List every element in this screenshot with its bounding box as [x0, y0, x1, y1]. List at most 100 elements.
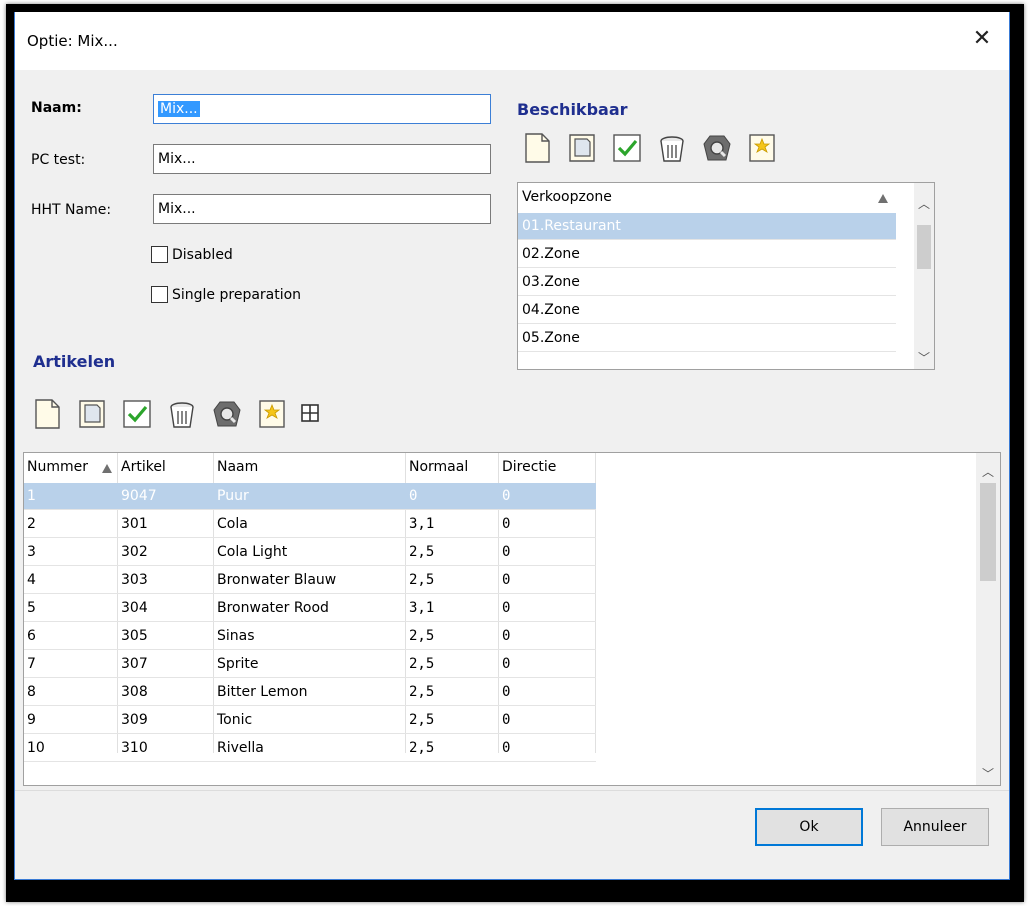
- cell-directie: 0: [502, 656, 511, 672]
- table-row[interactable]: 9 309 Tonic 2,5 0: [24, 707, 596, 734]
- pc-test-label: PC test:: [31, 152, 86, 168]
- cell-directie: 0: [502, 600, 511, 616]
- naam-label: Naam:: [31, 100, 82, 116]
- zone-row[interactable]: 04.Zone: [518, 297, 896, 324]
- verkoopzone-column-header[interactable]: Verkoopzone: [518, 183, 896, 214]
- zone-label: 04.Zone: [522, 302, 580, 318]
- table-row[interactable]: 8 308 Bitter Lemon 2,5 0: [24, 679, 596, 706]
- cell-artikel: 9047: [121, 488, 157, 504]
- cell-normaal: 2,5: [409, 628, 435, 644]
- table-row[interactable]: 4 303 Bronwater Blauw 2,5 0: [24, 567, 596, 594]
- delete-bin-icon[interactable]: [166, 398, 198, 430]
- cell-artikel: 303: [121, 572, 148, 588]
- beschikbaar-title: Beschikbaar: [517, 100, 628, 119]
- favorite-icon[interactable]: [746, 132, 778, 164]
- cell-nummer: 8: [27, 684, 36, 700]
- ok-button[interactable]: Ok: [755, 808, 863, 846]
- zone-row[interactable]: 03.Zone: [518, 269, 896, 296]
- cell-normaal: 2,5: [409, 684, 435, 700]
- new-icon[interactable]: [31, 398, 63, 430]
- cell-normaal: 3,1: [409, 516, 435, 532]
- scroll-up-icon[interactable]: ︿: [980, 463, 996, 480]
- edit-icon[interactable]: [76, 398, 108, 430]
- cell-normaal: 2,5: [409, 544, 435, 560]
- hht-name-value: Mix...: [158, 201, 196, 217]
- edit-icon[interactable]: [566, 132, 598, 164]
- footer-divider: [15, 790, 1009, 791]
- artikelen-table: Nummer Artikel Naam Normaal Directie 1 90…: [23, 452, 1001, 786]
- favorite-icon[interactable]: [256, 398, 288, 430]
- artikelen-toolbar: [31, 398, 332, 430]
- zone-scroll-thumb[interactable]: [917, 225, 931, 269]
- close-icon[interactable]: ✕: [967, 24, 997, 54]
- single-preparation-checkbox[interactable]: [151, 286, 168, 303]
- zone-row[interactable]: 02.Zone: [518, 241, 896, 268]
- table-scroll-thumb[interactable]: [980, 483, 996, 581]
- cell-naam: Cola: [217, 516, 248, 532]
- verkoopzone-list: Verkoopzone 01.Restaurant 02.Zone 03.Zon…: [517, 182, 935, 370]
- cell-nummer: 2: [27, 516, 36, 532]
- disabled-checkbox-row[interactable]: Disabled: [151, 246, 233, 263]
- zone-row[interactable]: 05.Zone: [518, 325, 896, 352]
- naam-input[interactable]: Mix...: [153, 94, 491, 124]
- cancel-button[interactable]: Annuleer: [881, 808, 989, 846]
- grid-icon[interactable]: [301, 404, 319, 422]
- check-icon[interactable]: [121, 398, 153, 430]
- cell-artikel: 302: [121, 544, 148, 560]
- column-header-normaal[interactable]: Normaal: [409, 459, 468, 475]
- pc-test-input[interactable]: Mix...: [153, 144, 491, 174]
- column-header-artikel[interactable]: Artikel: [121, 459, 166, 475]
- cell-nummer: 9: [27, 712, 36, 728]
- scroll-up-icon[interactable]: ︿: [916, 195, 932, 212]
- disabled-label: Disabled: [172, 246, 233, 263]
- cell-directie: 0: [502, 684, 511, 700]
- naam-value: Mix...: [158, 101, 200, 117]
- cell-naam: Puur: [217, 488, 249, 504]
- cell-directie: 0: [502, 740, 511, 756]
- scroll-down-icon[interactable]: ﹀: [916, 349, 932, 366]
- hht-name-label: HHT Name:: [31, 202, 112, 218]
- table-header: Nummer Artikel Naam Normaal Directie: [24, 453, 976, 483]
- column-header-naam[interactable]: Naam: [217, 459, 258, 475]
- table-row[interactable]: 10 310 Rivella 2,5 0: [24, 735, 596, 762]
- verkoopzone-column-label: Verkoopzone: [522, 189, 612, 205]
- cell-nummer: 7: [27, 656, 36, 672]
- zone-label: 05.Zone: [522, 330, 580, 346]
- cell-normaal: 2,5: [409, 740, 435, 756]
- cell-nummer: 5: [27, 600, 36, 616]
- search-icon[interactable]: [701, 132, 733, 164]
- table-row[interactable]: 7 307 Sprite 2,5 0: [24, 651, 596, 678]
- zone-scrollbar[interactable]: ︿ ﹀: [914, 183, 934, 369]
- cell-artikel: 305: [121, 628, 148, 644]
- cell-nummer: 4: [27, 572, 36, 588]
- cell-artikel: 301: [121, 516, 148, 532]
- zone-label: 03.Zone: [522, 274, 580, 290]
- disabled-checkbox[interactable]: [151, 246, 168, 263]
- table-row[interactable]: 1 9047 Puur 0 0: [24, 483, 596, 510]
- column-header-nummer[interactable]: Nummer: [27, 459, 88, 475]
- table-row[interactable]: 6 305 Sinas 2,5 0: [24, 623, 596, 650]
- delete-bin-icon[interactable]: [656, 132, 688, 164]
- cell-normaal: 3,1: [409, 600, 435, 616]
- search-icon[interactable]: [211, 398, 243, 430]
- table-row[interactable]: 2 301 Cola 3,1 0: [24, 511, 596, 538]
- pc-test-value: Mix...: [158, 151, 196, 167]
- scroll-down-icon[interactable]: ﹀: [980, 765, 996, 782]
- cell-naam: Sinas: [217, 628, 255, 644]
- zone-row[interactable]: 01.Restaurant: [518, 213, 896, 240]
- sort-ascending-icon: [102, 464, 112, 473]
- column-header-directie[interactable]: Directie: [502, 459, 556, 475]
- table-scrollbar[interactable]: ︿ ﹀: [976, 453, 1000, 785]
- hht-name-input[interactable]: Mix...: [153, 194, 491, 224]
- beschikbaar-toolbar: [521, 132, 791, 164]
- cell-directie: 0: [502, 628, 511, 644]
- cell-nummer: 6: [27, 628, 36, 644]
- cell-artikel: 307: [121, 656, 148, 672]
- zone-label: 01.Restaurant: [522, 218, 621, 234]
- table-row[interactable]: 5 304 Bronwater Rood 3,1 0: [24, 595, 596, 622]
- single-preparation-checkbox-row[interactable]: Single preparation: [151, 286, 301, 303]
- cell-directie: 0: [502, 544, 511, 560]
- check-icon[interactable]: [611, 132, 643, 164]
- table-row[interactable]: 3 302 Cola Light 2,5 0: [24, 539, 596, 566]
- new-icon[interactable]: [521, 132, 553, 164]
